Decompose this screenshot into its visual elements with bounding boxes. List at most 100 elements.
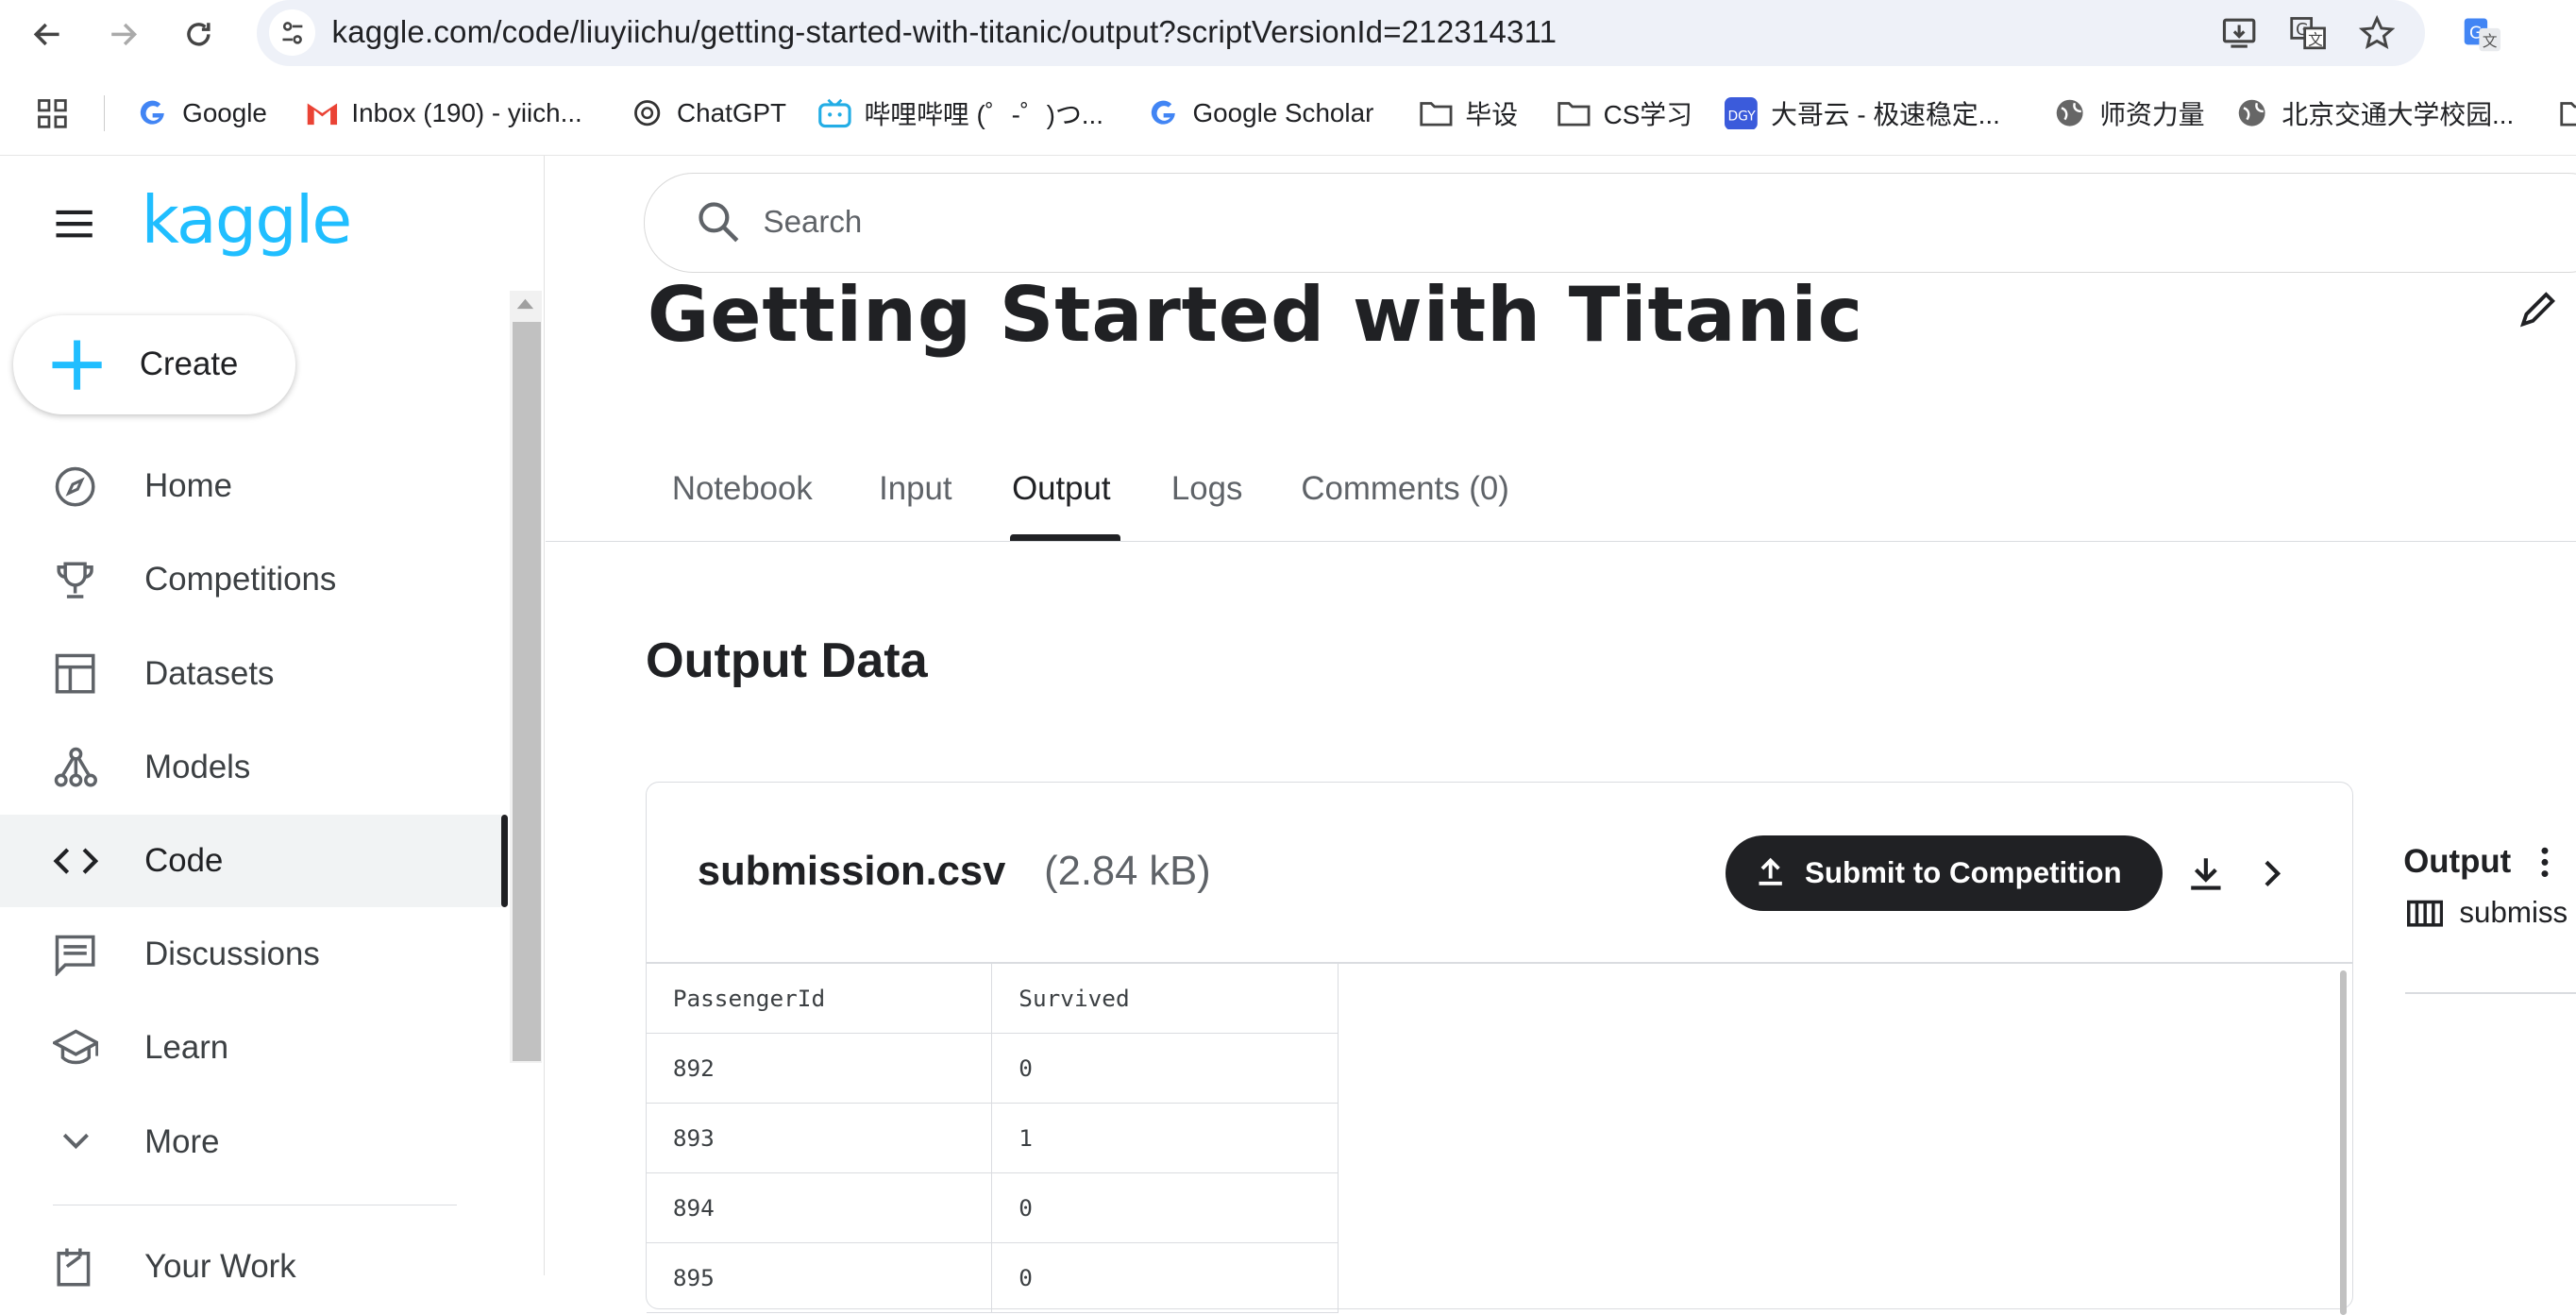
chevron-down-icon — [53, 1119, 99, 1165]
star-icon[interactable] — [2356, 11, 2399, 54]
output-panel-title: Output — [2403, 842, 2512, 880]
bilibili-icon — [817, 97, 851, 130]
translate-icon[interactable]: G文 — [2287, 11, 2330, 54]
table-cell: 893 — [646, 1103, 993, 1174]
back-icon[interactable] — [26, 13, 69, 56]
bookmark-folder-more[interactable] — [2559, 93, 2576, 133]
bookmark-divider — [103, 94, 106, 132]
bookmark-bilibili[interactable]: 哔哩哔哩 (゜-゜)つ... — [817, 93, 1103, 133]
output-panel-divider — [2404, 992, 2576, 994]
bookmark-inbox[interactable]: Inbox (190) - yiich... — [306, 93, 582, 133]
table-cell: 895 — [646, 1242, 993, 1314]
tab-notebook[interactable]: Notebook — [672, 470, 813, 508]
search-placeholder: Search — [763, 204, 863, 240]
section-title: Output Data — [645, 633, 928, 689]
sidebar: kaggle Create Home Competitions Datasets… — [0, 156, 546, 1287]
bookmark-google-scholar[interactable]: Google Scholar — [1147, 93, 1373, 133]
school-icon — [52, 1025, 99, 1071]
table-row: 895 0 — [646, 1242, 1339, 1314]
sidebar-item-datasets[interactable]: Datasets — [0, 628, 501, 719]
bookmark-folder-cs[interactable]: CS学习 — [1557, 93, 1692, 133]
edit-note-icon — [53, 1243, 99, 1290]
create-button[interactable]: Create — [12, 315, 296, 414]
install-app-icon[interactable] — [2218, 11, 2261, 54]
models-icon — [53, 744, 99, 790]
table-cell: 894 — [646, 1172, 993, 1244]
globe-icon — [2054, 97, 2087, 130]
scroll-up-icon[interactable] — [515, 297, 535, 311]
sidebar-item-discussions[interactable]: Discussions — [0, 908, 501, 1000]
chevron-right-icon[interactable] — [2248, 849, 2298, 898]
download-icon[interactable] — [2181, 849, 2231, 898]
address-bar[interactable]: kaggle.com/code/liuyiichu/getting-starte… — [256, 0, 2425, 66]
output-file-card: submission.csv (2.84 kB) Submit to Compe… — [645, 782, 2353, 1315]
output-file-link[interactable]: submiss — [2459, 896, 2568, 930]
svg-text:文: 文 — [2483, 32, 2498, 50]
bookmark-folder-bishe[interactable]: 毕设 — [1420, 93, 1518, 133]
bookmark-chatgpt[interactable]: ChatGPT — [631, 93, 786, 133]
compass-icon — [53, 464, 99, 510]
tab-comments[interactable]: Comments (0) — [1301, 470, 1508, 508]
file-size: (2.84 kB) — [1044, 849, 1211, 895]
sidebar-item-more[interactable]: More — [0, 1096, 501, 1188]
code-icon — [53, 838, 99, 885]
google-translate-extension-icon[interactable]: G文 — [2461, 13, 2503, 56]
tab-output[interactable]: Output — [1012, 470, 1110, 508]
browser-toolbar: kaggle.com/code/liuyiichu/getting-starte… — [0, 0, 2576, 73]
sidebar-item-models[interactable]: Models — [0, 721, 501, 813]
reload-icon[interactable] — [177, 13, 220, 56]
tabs-divider — [545, 540, 2576, 543]
apps-icon[interactable] — [36, 93, 69, 133]
upload-icon — [1756, 857, 1785, 893]
bookmark-shizi[interactable]: 师资力量 — [2054, 93, 2205, 133]
bookmark-dgy[interactable]: DGY 大哥云 - 极速稳定... — [1725, 93, 2000, 133]
submit-to-competition-button[interactable]: Submit to Competition — [1726, 835, 2164, 912]
menu-icon[interactable] — [53, 206, 99, 242]
gmail-icon — [306, 97, 339, 130]
column-header[interactable]: Survived — [991, 963, 1339, 1034]
tab-input[interactable]: Input — [879, 470, 951, 508]
sidebar-item-your-work[interactable]: Your Work — [0, 1221, 501, 1312]
bookmark-google[interactable]: Google — [136, 93, 267, 133]
table-row: 894 0 — [646, 1172, 1339, 1244]
dgy-icon: DGY — [1725, 96, 1759, 130]
site-info-icon[interactable] — [269, 9, 316, 57]
table-header-row: PassengerId Survived — [646, 963, 1339, 1034]
table-columns-icon — [2406, 899, 2443, 935]
edit-icon[interactable] — [2517, 288, 2559, 337]
folder-icon — [1557, 97, 1591, 130]
page-title: Getting Started with Titanic — [647, 271, 1864, 360]
more-vert-icon[interactable] — [2538, 846, 2551, 885]
url-text[interactable]: kaggle.com/code/liuyiichu/getting-starte… — [332, 15, 1557, 51]
search-icon — [698, 201, 740, 250]
sidebar-item-competitions[interactable]: Competitions — [0, 534, 501, 626]
search-input[interactable]: Search — [644, 172, 2576, 274]
svg-text:DGY: DGY — [1728, 109, 1757, 124]
folder-icon — [2559, 97, 2576, 130]
csv-preview-table: PassengerId Survived 892 0 893 1 894 0 8… — [646, 963, 1339, 1314]
create-label: Create — [139, 346, 239, 383]
active-indicator — [500, 815, 508, 907]
submit-label: Submit to Competition — [1804, 856, 2122, 890]
active-tab-indicator — [1010, 533, 1120, 541]
sidebar-item-learn[interactable]: Learn — [0, 1003, 501, 1094]
chatgpt-icon — [631, 97, 664, 130]
column-header[interactable]: PassengerId — [646, 963, 993, 1034]
sidebar-divider — [52, 1204, 457, 1206]
forward-icon[interactable] — [102, 13, 144, 56]
google-icon — [1147, 97, 1180, 130]
table-cell: 1 — [991, 1103, 1339, 1174]
folder-icon — [1420, 97, 1453, 130]
tab-logs[interactable]: Logs — [1171, 470, 1242, 508]
svg-text:文: 文 — [2308, 30, 2323, 48]
sidebar-scrollbar-thumb[interactable] — [513, 322, 541, 1062]
trophy-icon — [53, 557, 99, 603]
file-name[interactable]: submission.csv — [698, 849, 1005, 895]
table-scrollbar[interactable] — [2340, 969, 2348, 1315]
kaggle-logo[interactable]: kaggle — [142, 182, 353, 259]
sidebar-item-code[interactable]: Code — [0, 815, 508, 907]
table-row: 893 1 — [646, 1103, 1339, 1174]
bookmark-bjtu[interactable]: 北京交通大学校园... — [2236, 93, 2514, 133]
table-row: 892 0 — [646, 1033, 1339, 1104]
sidebar-item-home[interactable]: Home — [0, 440, 501, 531]
